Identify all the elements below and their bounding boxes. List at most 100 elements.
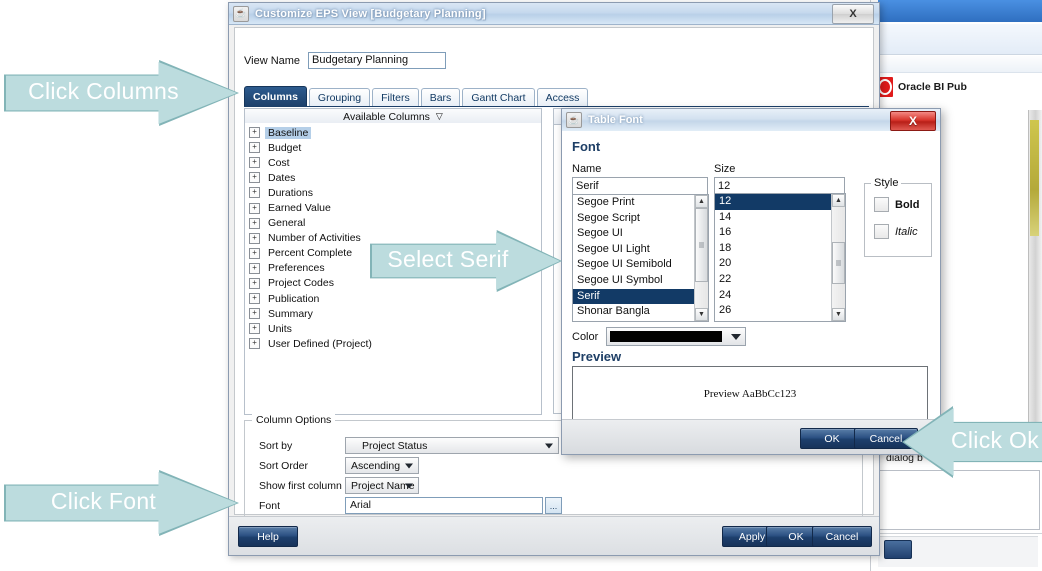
font-size-option-12[interactable]: 12 <box>715 194 832 210</box>
color-swatch <box>610 331 723 342</box>
font-name-option[interactable]: Shonar Bangla <box>573 304 695 320</box>
show-first-column-select[interactable]: Project Name <box>345 477 419 494</box>
expand-plus-icon[interactable]: + <box>249 142 260 154</box>
expand-plus-icon[interactable]: + <box>249 217 260 229</box>
font-name-scrollbar[interactable]: ▲ ▼ <box>694 195 708 321</box>
font-name-option[interactable]: Segoe UI Semibold <box>573 257 695 273</box>
view-name-row: View Name Budgetary Planning <box>244 52 447 69</box>
font-size-option[interactable]: 16 <box>715 225 832 241</box>
font-size-listbox[interactable]: 12 14 16 18 20 22 24 26 ▲ ▼ <box>714 193 846 322</box>
font-size-scrollbar[interactable]: ▲ ▼ <box>831 194 845 321</box>
font-name-input[interactable]: Serif <box>572 177 708 195</box>
font-input[interactable]: Arial <box>345 497 543 514</box>
expand-plus-icon[interactable]: + <box>249 157 260 169</box>
chevron-down-icon <box>405 463 413 468</box>
scroll-up-icon[interactable]: ▲ <box>832 194 845 207</box>
font-label: Font <box>259 499 281 512</box>
tree-item-dates[interactable]: + Dates <box>245 170 541 185</box>
tree-item-earned-value[interactable]: + Earned Value <box>245 200 541 215</box>
expand-plus-icon[interactable]: + <box>249 262 260 274</box>
eps-dialog-titlebar[interactable]: ☕ Customize EPS View [Budgetary Planning… <box>229 3 879 25</box>
sort-by-row: Sort by Project Status <box>259 437 559 454</box>
scrollbar-thumb[interactable] <box>695 208 708 282</box>
callout-click-columns: Click Columns <box>4 60 239 126</box>
tree-item-label: Percent Complete <box>268 247 353 260</box>
expand-plus-icon[interactable]: + <box>249 232 260 244</box>
oracle-bi-publisher-item[interactable]: Oracle BI Pub <box>872 74 1042 100</box>
font-name-option-serif[interactable]: Serif <box>573 288 695 305</box>
close-icon[interactable]: X <box>832 4 874 24</box>
tab-gantt-chart[interactable]: Gantt Chart <box>462 88 535 107</box>
font-name-option[interactable]: Segoe UI Light <box>573 242 695 258</box>
font-size-option[interactable]: 18 <box>715 241 832 257</box>
view-name-input[interactable]: Budgetary Planning <box>308 52 447 69</box>
scroll-up-icon[interactable]: ▲ <box>695 195 708 208</box>
scroll-down-icon[interactable]: ▼ <box>695 308 708 321</box>
background-app-toolbar <box>872 24 1042 55</box>
help-button[interactable]: Help <box>238 526 298 547</box>
font-name-listbox[interactable]: Segoe Print Segoe Script Segoe UI Segoe … <box>572 194 709 322</box>
font-name-option[interactable]: Segoe UI <box>573 226 695 242</box>
italic-label: Italic <box>895 225 918 238</box>
close-icon[interactable]: X <box>890 111 936 131</box>
font-size-option[interactable]: 22 <box>715 272 832 288</box>
expand-plus-icon[interactable]: + <box>249 247 260 259</box>
bold-checkbox[interactable] <box>874 197 889 212</box>
bold-checkbox-row[interactable]: Bold <box>874 197 919 212</box>
background-highlight-strip <box>1030 120 1039 236</box>
font-size-option[interactable]: 14 <box>715 210 832 226</box>
expand-plus-icon[interactable]: + <box>249 202 260 214</box>
tree-item-publication[interactable]: + Publication <box>245 291 541 306</box>
expand-plus-icon[interactable]: + <box>249 127 260 139</box>
tree-item-durations[interactable]: + Durations <box>245 185 541 200</box>
tree-item-units[interactable]: + Units <box>245 321 541 336</box>
expand-plus-icon[interactable]: + <box>249 277 260 289</box>
sort-by-label: Sort by <box>259 439 293 452</box>
cancel-button[interactable]: Cancel <box>812 526 872 547</box>
expand-plus-icon[interactable]: + <box>249 323 260 335</box>
tab-bars[interactable]: Bars <box>420 88 461 107</box>
sort-by-select[interactable]: Project Status <box>345 437 559 454</box>
italic-checkbox-row[interactable]: Italic <box>874 224 918 239</box>
expand-plus-icon[interactable]: + <box>249 338 260 350</box>
background-button[interactable] <box>884 540 912 559</box>
sort-by-value: Project Status <box>362 439 428 452</box>
font-size-option[interactable]: 20 <box>715 256 832 272</box>
font-size-option[interactable]: 24 <box>715 288 832 304</box>
tree-item-budget[interactable]: + Budget <box>245 140 541 155</box>
color-select[interactable] <box>606 327 747 346</box>
scrollbar-thumb[interactable] <box>832 242 845 284</box>
font-dialog-titlebar[interactable]: ☕ Table Font X <box>562 109 940 132</box>
tree-item-summary[interactable]: + Summary <box>245 306 541 321</box>
expand-plus-icon[interactable]: + <box>249 308 260 320</box>
font-size-option[interactable]: 26 <box>715 303 832 319</box>
tree-item-cost[interactable]: + Cost <box>245 155 541 170</box>
tree-item-label: User Defined (Project) <box>268 337 372 350</box>
font-size-input[interactable]: 12 <box>714 177 845 194</box>
font-name-option[interactable]: Segoe Print <box>573 195 695 211</box>
expand-plus-icon[interactable]: + <box>249 187 260 199</box>
background-app-toolbar-secondary <box>872 56 1042 73</box>
tree-item-user-defined-project[interactable]: + User Defined (Project) <box>245 336 541 351</box>
font-browse-button[interactable]: ... <box>545 497 562 514</box>
expand-plus-icon[interactable]: + <box>249 293 260 305</box>
tab-grouping[interactable]: Grouping <box>308 88 371 107</box>
tree-item-label: Baseline <box>265 126 312 139</box>
scroll-down-icon[interactable]: ▼ <box>832 308 845 321</box>
tree-item-label: Units <box>268 322 292 335</box>
font-name-option[interactable]: Segoe Script <box>573 211 695 227</box>
tree-item-baseline[interactable]: + Baseline <box>245 125 541 140</box>
tab-access[interactable]: Access <box>536 88 589 107</box>
font-name-option[interactable]: Segoe UI Symbol <box>573 273 695 289</box>
tab-columns[interactable]: Columns <box>244 86 307 107</box>
bold-label: Bold <box>895 198 920 211</box>
font-dialog-footer: OK Cancel <box>562 419 940 454</box>
italic-checkbox[interactable] <box>874 224 889 239</box>
sort-order-select[interactable]: Ascending <box>345 457 419 474</box>
tab-filters[interactable]: Filters <box>372 88 419 107</box>
tree-item-general[interactable]: + General <box>245 216 541 231</box>
expand-plus-icon[interactable]: + <box>249 172 260 184</box>
chevron-down-icon <box>731 333 742 340</box>
callout-click-ok: Click Ok <box>902 406 1042 478</box>
tree-item-label: Preferences <box>268 262 325 275</box>
